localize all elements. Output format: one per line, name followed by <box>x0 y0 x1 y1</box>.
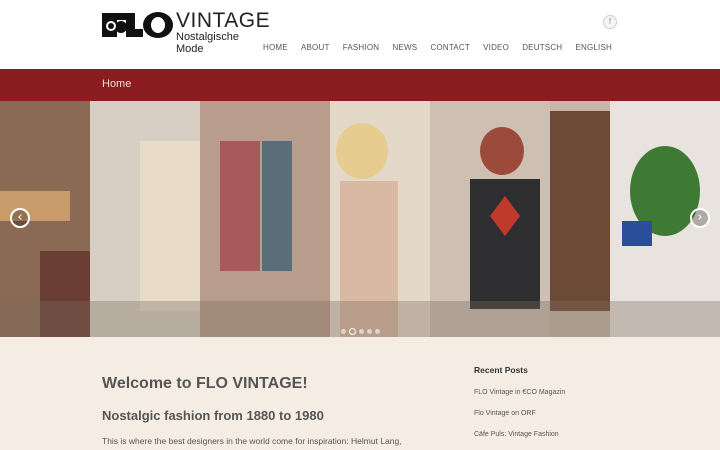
site-logo[interactable]: VINTAGE Nostalgische Mode <box>102 9 271 55</box>
welcome-heading: Welcome to FLO VINTAGE! <box>102 375 308 392</box>
nav-item-fashion[interactable]: FASHION <box>336 42 386 54</box>
nav-item-deutsch[interactable]: DEUTSCH <box>516 42 569 54</box>
slider-next-button[interactable]: › <box>690 208 710 228</box>
slider-dot[interactable] <box>367 329 372 334</box>
slider-prev-button[interactable]: ‹ <box>10 208 30 228</box>
recent-posts-list: FLO Vintage in €CO Magazin Flo Vintage o… <box>474 389 565 450</box>
welcome-text: This is where the best designers in the … <box>102 436 402 446</box>
facebook-icon[interactable]: f <box>603 15 617 29</box>
recent-post-link[interactable]: FLO Vintage in €CO Magazin <box>474 389 565 396</box>
nav-item-english[interactable]: ENGLISH <box>569 42 612 54</box>
slider-photo <box>0 101 720 337</box>
page-title-bar: Home <box>0 69 720 101</box>
nav-item-about[interactable]: ABOUT <box>294 42 336 54</box>
nav-item-news[interactable]: NEWS <box>386 42 424 54</box>
slider-dot[interactable] <box>341 329 346 334</box>
recent-post-link[interactable]: Cäfe Puls: Vintage Fashion <box>474 431 565 438</box>
recent-post-link[interactable]: Flo Vintage on ORF <box>474 410 565 417</box>
nav-item-home[interactable]: HOME <box>256 42 294 54</box>
nav-item-contact[interactable]: CONTACT <box>424 42 477 54</box>
slider-dot[interactable] <box>359 329 364 334</box>
flo-logo-mark <box>102 12 173 38</box>
slider-dot-active[interactable] <box>349 328 356 335</box>
nav-item-video[interactable]: VIDEO <box>477 42 516 54</box>
recent-posts-title: Recent Posts <box>474 365 528 375</box>
hero-slider: ‹ › <box>0 101 720 337</box>
logo-name: VINTAGE <box>176 9 271 32</box>
slider-dot[interactable] <box>375 329 380 334</box>
welcome-subheading: Nostalgic fashion from 1880 to 1980 <box>102 408 324 423</box>
main-nav: HOME ABOUT FASHION NEWS CONTACT VIDEO DE… <box>256 42 612 54</box>
page-title: Home <box>102 78 132 90</box>
logo-tagline: Nostalgische Mode <box>176 31 239 55</box>
slider-pagination <box>341 328 380 335</box>
site-header: VINTAGE Nostalgische Mode f HOME ABOUT F… <box>0 0 720 69</box>
